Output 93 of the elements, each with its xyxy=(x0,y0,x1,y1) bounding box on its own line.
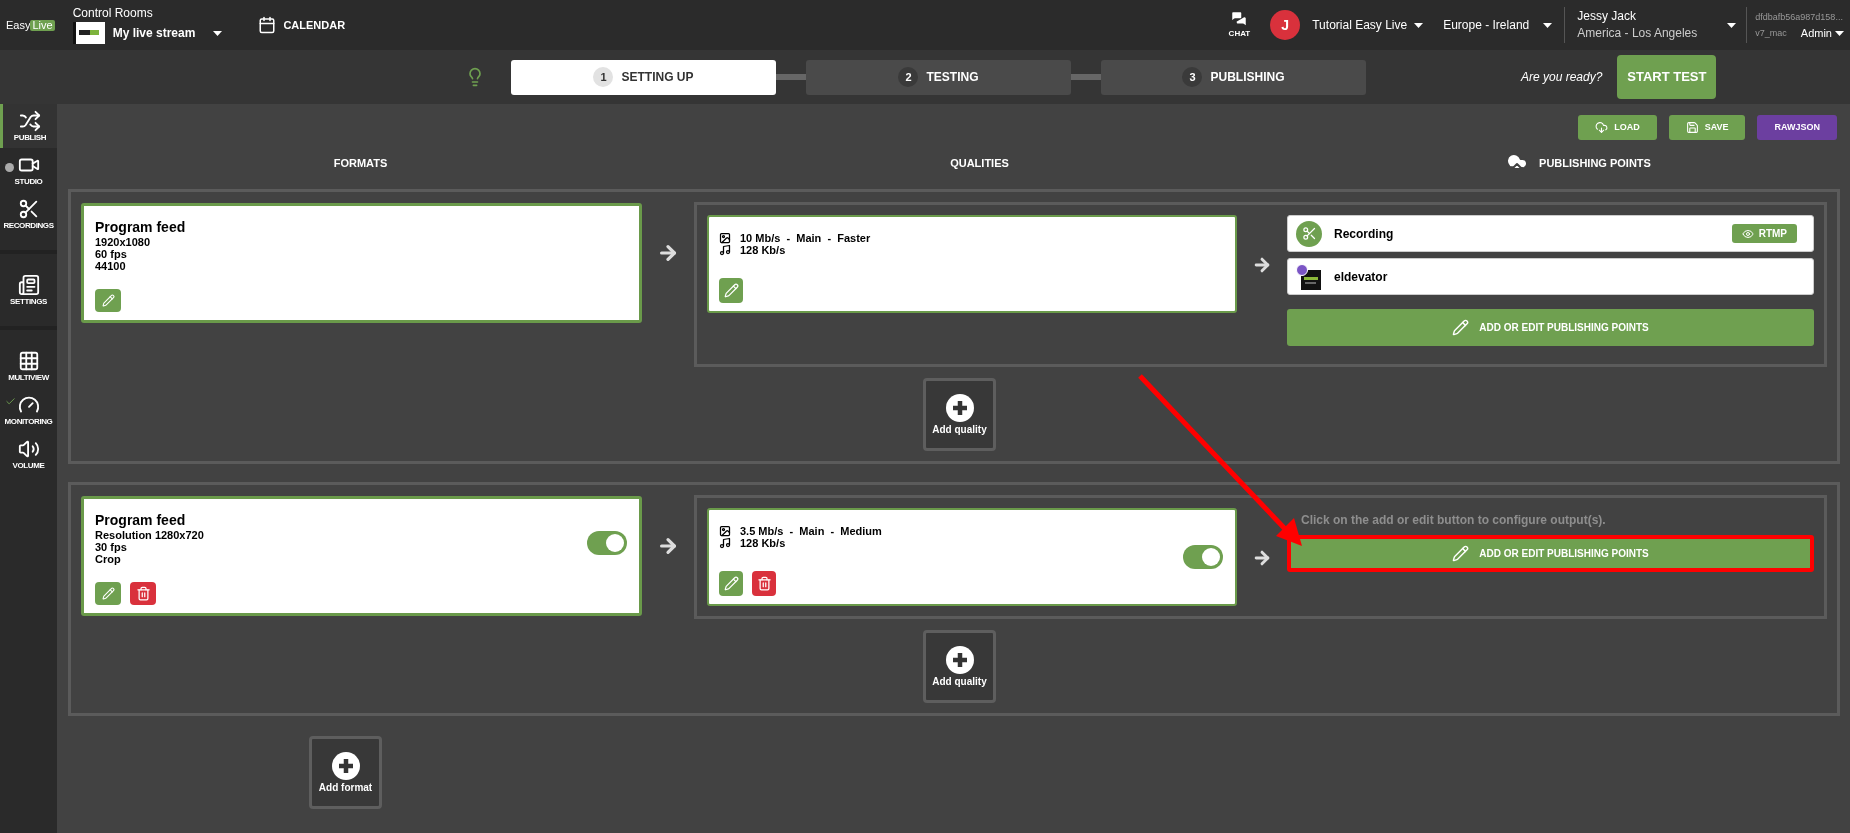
image-icon xyxy=(719,232,731,244)
caret-icon xyxy=(1414,22,1424,28)
pencil-icon xyxy=(723,576,739,591)
format-card[interactable]: Program feed 1920x1080 60 fps 44100 xyxy=(81,203,642,323)
pencil-icon xyxy=(101,587,115,600)
delete-button[interactable] xyxy=(752,571,776,596)
caret-icon xyxy=(213,30,223,36)
chat-icon xyxy=(1230,10,1249,28)
session-id: dfdbafb56a987d158... xyxy=(1755,11,1844,24)
column-header: QUALITIES xyxy=(949,155,1010,171)
calendar-icon xyxy=(258,16,277,34)
format-title: Program feed xyxy=(95,511,187,529)
region-dropdown[interactable]: Europe - Ireland xyxy=(1443,16,1553,34)
scissors-glyph-icon xyxy=(1301,226,1317,241)
caret-icon xyxy=(1727,22,1737,28)
image-icon xyxy=(719,525,731,537)
channel-icon xyxy=(1296,263,1308,276)
organization-dropdown[interactable]: Tutorial Easy Live xyxy=(1312,16,1424,34)
video-quality: 3.5 Mb/s - Main - Medium xyxy=(740,525,882,537)
scissors-icon xyxy=(17,198,40,220)
chat-button[interactable]: CHAT xyxy=(1228,10,1251,40)
caret-icon xyxy=(1543,22,1553,28)
plus-icon xyxy=(331,752,360,780)
publishing-point-name: Recording xyxy=(1334,225,1395,243)
eye-icon xyxy=(1741,227,1754,240)
pencil-icon xyxy=(1452,545,1470,562)
shuffle-icon xyxy=(19,110,41,132)
sidebar-item[interactable]: MONITORING xyxy=(0,388,57,432)
check-icon xyxy=(5,396,16,407)
toggle-switch[interactable] xyxy=(587,531,627,555)
grid-icon xyxy=(17,350,40,372)
cloud-download-icon xyxy=(1595,121,1609,134)
audio-quality: 128 Kb/s xyxy=(740,244,786,256)
action-button[interactable]: RAWJSON xyxy=(1757,115,1837,140)
edit-button[interactable] xyxy=(95,582,121,605)
format-detail: Crop xyxy=(95,553,122,565)
format-detail: 30 fps xyxy=(95,541,128,553)
step-tab[interactable]: 3 PUBLISHING xyxy=(1101,59,1366,95)
caret-icon xyxy=(1835,30,1844,36)
sidebar-item[interactable]: VOLUME xyxy=(0,432,57,476)
sidebar-item[interactable]: STUDIO xyxy=(0,148,57,192)
publishing-point[interactable]: Recording RTMP xyxy=(1287,215,1814,252)
pencil-icon xyxy=(1452,319,1470,336)
calendar-link[interactable]: CALENDAR xyxy=(258,16,346,34)
newspaper-icon xyxy=(17,274,40,296)
publishing-point[interactable]: eldevator xyxy=(1287,258,1814,295)
user-dropdown[interactable]: Jessy Jack America - Los Angeles xyxy=(1577,8,1737,42)
sidebar-item[interactable]: SETTINGS xyxy=(0,268,57,312)
role-dropdown[interactable]: Admin xyxy=(1800,25,1844,41)
user-avatar[interactable]: J xyxy=(1270,10,1301,40)
music-icon xyxy=(719,244,731,256)
arrow-icon xyxy=(657,535,679,557)
hint-text: Click on the add or edit button to configure output(s). xyxy=(1300,512,1607,529)
ready-prompt: Are you ready? xyxy=(1521,69,1603,86)
trash-icon xyxy=(135,586,151,601)
format-title: Program feed xyxy=(95,218,187,236)
edit-button[interactable] xyxy=(95,289,121,312)
format-card[interactable]: Program feed Resolution 1280x720 30 fps Crop xyxy=(81,496,642,616)
column-header: PUBLISHING POINTS xyxy=(1539,155,1651,171)
music-icon xyxy=(719,537,731,549)
delete-button[interactable] xyxy=(130,582,156,605)
publishing-point-name: eldevator xyxy=(1334,268,1389,286)
edit-button[interactable] xyxy=(719,571,743,596)
pencil-icon xyxy=(101,294,115,307)
trash-icon xyxy=(756,576,772,591)
step-connector xyxy=(1071,74,1101,80)
room-selector[interactable]: My live stream xyxy=(72,22,223,44)
video-quality: 10 Mb/s - Main - Faster xyxy=(740,232,871,244)
sidebar-item[interactable]: PUBLISH xyxy=(0,104,57,148)
toggle-switch[interactable] xyxy=(1183,545,1223,569)
sidebar-item[interactable]: MULTIVIEW xyxy=(0,344,57,388)
plus-icon xyxy=(945,394,974,422)
step-tab[interactable]: 2 TESTING xyxy=(806,59,1071,95)
pencil-icon xyxy=(723,283,739,298)
step-tab[interactable]: 1 SETTING UP xyxy=(511,59,776,95)
quality-card[interactable]: 10 Mb/s - Main - Faster 128 Kb/s xyxy=(707,215,1237,313)
add-tile[interactable]: Add quality xyxy=(923,630,996,703)
sidebar-item[interactable]: RECORDINGS xyxy=(0,192,57,236)
version-label: v7_mac xyxy=(1755,27,1787,40)
audio-quality: 128 Kb/s xyxy=(740,537,786,549)
format-detail: 44100 xyxy=(95,260,127,272)
add-tile[interactable]: Add quality xyxy=(923,378,996,451)
quality-card[interactable]: 3.5 Mb/s - Main - Medium 128 Kb/s xyxy=(707,508,1237,606)
format-detail: Resolution 1280x720 xyxy=(95,529,205,541)
column-header: FORMATS xyxy=(332,155,389,171)
add-tile[interactable]: Add format xyxy=(309,736,382,809)
speaker-icon xyxy=(17,438,40,460)
step-connector xyxy=(776,74,806,80)
format-detail: 60 fps xyxy=(95,248,128,260)
control-rooms-label: Control Rooms xyxy=(72,6,154,20)
edit-button[interactable] xyxy=(719,278,743,303)
plus-icon xyxy=(945,646,974,674)
format-detail: 1920x1080 xyxy=(95,236,152,248)
